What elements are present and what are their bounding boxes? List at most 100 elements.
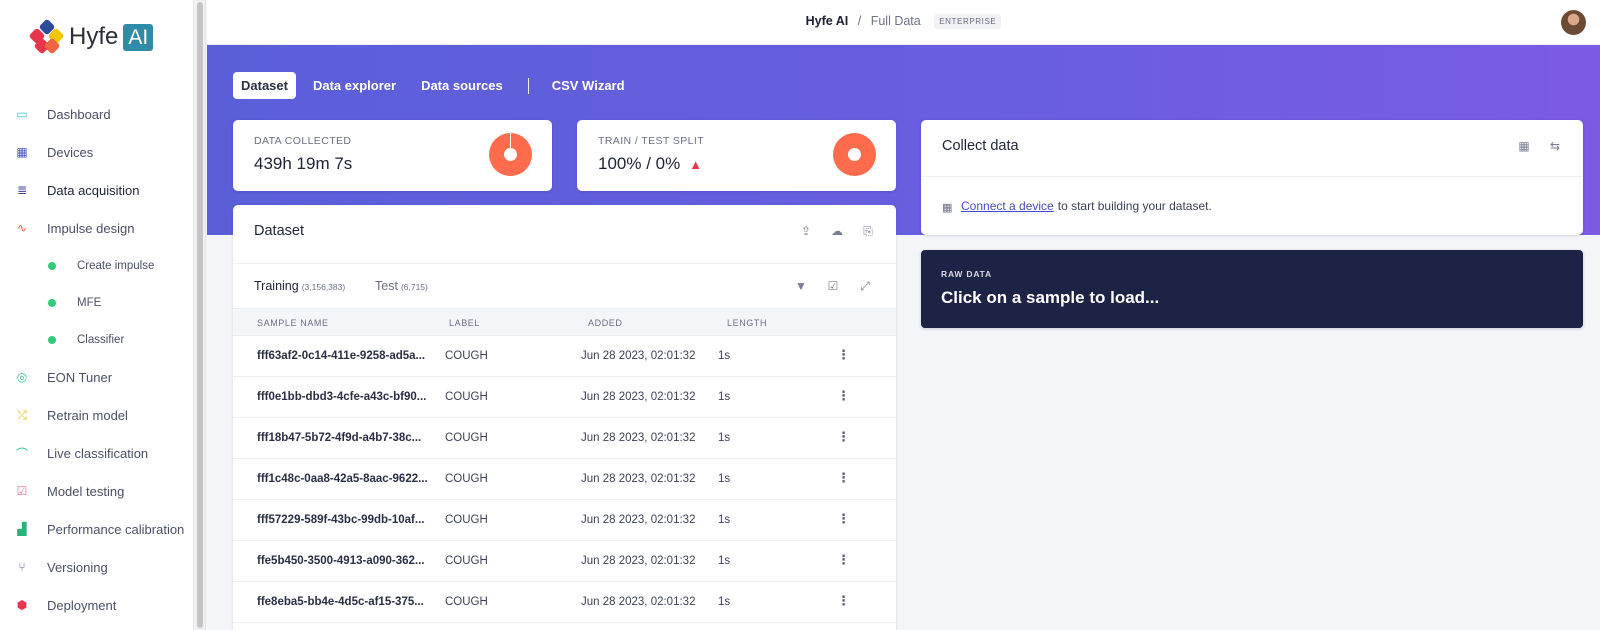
hyfe-logo-icon (28, 18, 65, 55)
sidebar-item-deployment[interactable]: ⬢ Deployment (0, 586, 194, 624)
breadcrumb-org[interactable]: Hyfe AI (806, 14, 849, 28)
stat-value-text: 439h 19m 7s (254, 154, 353, 173)
top-bar: Hyfe AI / Full Data ENTERPRISE (207, 0, 1600, 45)
label-cell: COUGH (445, 473, 488, 485)
table-row[interactable]: fff1c48c-0aa8-42a5-8aac-9622... COUGH Jun … (233, 459, 896, 500)
more-options-icon[interactable]: ⋮ (837, 593, 850, 609)
table-row[interactable]: fff0e1bb-dbd3-4cfe-a43c-bf90... COUGH Jun … (233, 377, 896, 418)
dataset-subtabs: Training (3,156,383) Test (6,715) ▼ ☑ ⤢ (233, 263, 896, 308)
subtab-test[interactable]: Test (6,715) (375, 279, 428, 293)
filter-icon[interactable]: ▼ (794, 279, 808, 293)
status-dot-icon (48, 335, 56, 344)
sidebar-item-classifier[interactable]: Classifier (0, 321, 194, 358)
subtab-training[interactable]: Training (3,156,383) (254, 279, 345, 293)
sidebar-item-impulse-design[interactable]: ∿ Impulse design (0, 209, 194, 247)
column-sample-name[interactable]: SAMPLE NAME (257, 318, 329, 328)
label-cell: COUGH (445, 350, 488, 362)
sidebar-item-mfe[interactable]: MFE (0, 284, 194, 321)
status-dot-icon (48, 298, 56, 307)
dataset-tools: ▼ ☑ ⤢ (776, 279, 872, 294)
length-cell: 1s (718, 555, 731, 567)
collect-title: Collect data (942, 138, 1019, 154)
sidebar-item-versioning[interactable]: ⑂ Versioning (0, 548, 194, 586)
shuffle-icon: ⤮ (17, 407, 27, 422)
avatar[interactable] (1561, 10, 1586, 35)
chip-icon: ▦ (16, 145, 28, 159)
breadcrumb: Hyfe AI / Full Data ENTERPRISE (207, 14, 1600, 30)
more-options-icon[interactable]: ⋮ (837, 347, 850, 363)
tab-data-sources[interactable]: Data sources (413, 72, 511, 99)
sidebar-item-performance-calibration[interactable]: ▟ Performance calibration (0, 510, 194, 548)
sidebar-item-label: MFE (77, 296, 102, 309)
tab-dataset[interactable]: Dataset (233, 72, 296, 99)
more-options-icon[interactable]: ⋮ (837, 552, 850, 568)
table-row[interactable]: fff63af2-0c14-411e-9258-ad5a... COUGH Jun … (233, 336, 896, 377)
sidebar-item-label: Model testing (47, 483, 125, 499)
tab-data-explorer[interactable]: Data explorer (305, 72, 404, 99)
table-row[interactable]: ffe8eba5-bb4e-4d5c-af15-375... COUGH Jun 2… (233, 582, 896, 623)
wave-icon: ⌒ (15, 446, 28, 461)
chip-icon[interactable]: ▦ (1517, 139, 1531, 153)
download-file-icon[interactable]: ⎘ (861, 224, 875, 238)
sidebar-item-label: Create impulse (77, 259, 155, 272)
table-row[interactable]: fff18b47-5b72-4f9d-a4b7-38c... COUGH Jun 2… (233, 418, 896, 459)
sidebar-item-retrain-model[interactable]: ⤮ Retrain model (0, 396, 194, 434)
column-length[interactable]: LENGTH (727, 318, 767, 328)
sidebar-item-model-testing[interactable]: ☑ Model testing (0, 472, 194, 510)
more-options-icon[interactable]: ⋮ (837, 470, 850, 486)
more-options-icon[interactable]: ⋮ (837, 511, 850, 527)
more-options-icon[interactable]: ⋮ (837, 429, 850, 445)
sidebar-item-label: Live classification (47, 445, 149, 461)
dataset-card: Dataset ⇪ ☁ ⎘ Training (3,156,383) Test (6… (233, 205, 896, 630)
train-test-pie (833, 133, 876, 176)
status-dot-icon (48, 261, 56, 270)
usb-icon[interactable]: ⇆ (1548, 139, 1562, 153)
table-header: SAMPLE NAME LABEL ADDED LENGTH (233, 308, 896, 336)
bar-chart-icon: ▟ (17, 522, 27, 536)
added-cell: Jun 28 2023, 02:01:32 (581, 350, 696, 362)
label-cell: COUGH (445, 391, 488, 403)
length-cell: 1s (718, 350, 731, 362)
table-row[interactable]: fff57229-589f-43bc-99db-10af... COUGH Jun … (233, 500, 896, 541)
collect-message: ▦ Connect a device to start building you… (942, 199, 1212, 214)
scrollbar-thumb[interactable] (197, 2, 203, 628)
stat-value: 100% / 0% ▲ (598, 154, 702, 174)
column-label[interactable]: LABEL (449, 318, 480, 328)
sidebar-item-devices[interactable]: ▦ Devices (0, 133, 194, 171)
sidebar-item-data-acquisition[interactable]: ≣ Data acquisition (0, 171, 194, 209)
upload-icon[interactable]: ⇪ (799, 224, 813, 238)
tab-csv-wizard[interactable]: CSV Wizard (544, 72, 633, 99)
connect-device-link[interactable]: Connect a device (961, 199, 1054, 213)
warning-icon[interactable]: ▲ (689, 157, 702, 172)
column-added[interactable]: ADDED (588, 318, 623, 328)
expand-icon[interactable]: ⤢ (858, 279, 872, 293)
dataset-actions: ⇪ ☁ ⎘ (782, 224, 875, 239)
data-collected-pie (489, 133, 532, 176)
box-icon: ⬢ (16, 598, 28, 612)
sample-name-cell: ffe8eba5-bb4e-4d5c-af15-375... (257, 596, 424, 608)
sidebar-item-eon-tuner[interactable]: ◎ EON Tuner (0, 358, 194, 396)
compass-icon: ◎ (16, 370, 28, 384)
added-cell: Jun 28 2023, 02:01:32 (581, 555, 696, 567)
collect-message-text: to start building your dataset. (1057, 199, 1212, 213)
stat-label: TRAIN / TEST SPLIT (598, 135, 705, 147)
sidebar-scrollbar[interactable] (194, 0, 206, 630)
stat-value: 439h 19m 7s (254, 154, 352, 174)
sidebar-nav: ▭ Dashboard ▦ Devices ≣ Data acquisition ∿ Impu… (0, 95, 194, 624)
monitor-icon: ▭ (16, 107, 28, 121)
tier-badge: ENTERPRISE (934, 14, 1002, 30)
dataset-title: Dataset (254, 223, 304, 239)
cloud-upload-icon[interactable]: ☁ (830, 224, 844, 238)
more-options-icon[interactable]: ⋮ (837, 388, 850, 404)
brand-logo[interactable]: Hyfe AI (28, 18, 154, 55)
table-row[interactable]: ffe5b450-3500-4913-a090-362... COUGH Jun 2… (233, 541, 896, 582)
sidebar-item-live-classification[interactable]: ⌒ Live classification (0, 434, 194, 472)
breadcrumb-project[interactable]: Full Data (871, 14, 921, 28)
subtab-training-count: (3,156,383) (301, 282, 346, 292)
sidebar-item-dashboard[interactable]: ▭ Dashboard (0, 95, 194, 133)
raw-data-title: Click on a sample to load... (941, 288, 1160, 307)
checkbox-icon[interactable]: ☑ (826, 279, 840, 293)
subtab-test-count: (6,715) (400, 282, 428, 292)
label-cell: COUGH (445, 432, 488, 444)
sidebar-item-create-impulse[interactable]: Create impulse (0, 247, 194, 284)
